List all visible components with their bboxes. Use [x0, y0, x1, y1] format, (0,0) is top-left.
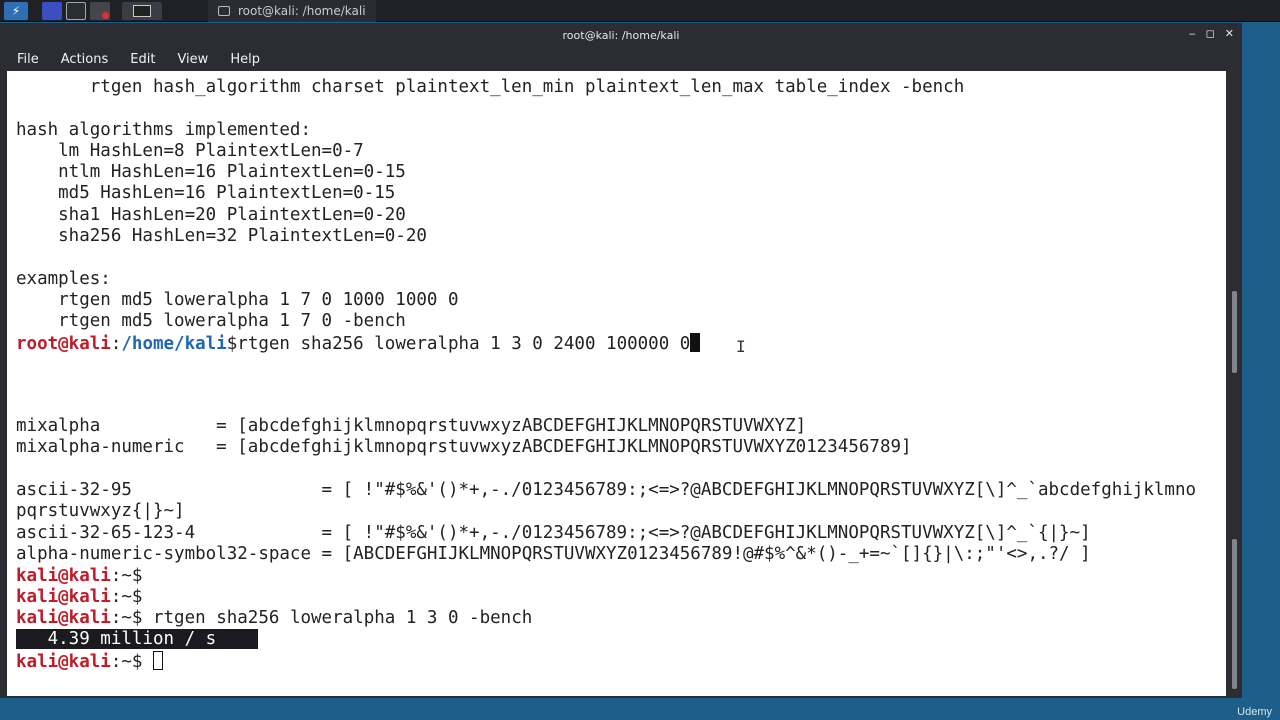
- prompt-rest: :~$: [110, 652, 143, 672]
- prompt-path: /home/kali: [121, 334, 227, 354]
- window-icon: [218, 5, 230, 16]
- window-titlebar[interactable]: root@kali: /home/kali ‒ ◻ ✕: [0, 23, 1242, 47]
- prompt-rest: :~$: [110, 608, 143, 628]
- prompt-user: root@kali: [16, 334, 111, 354]
- bench-result: 4.39 million / s: [16, 629, 259, 649]
- charset-line: mixalpha-numeric = [abcdefghijklmnopqrst…: [16, 437, 912, 457]
- charset-line: mixalpha = [abcdefghijklmnopqrstuvwxyzAB…: [16, 416, 807, 436]
- algo-line: ntlm HashLen=16 PlaintextLen=0-15: [16, 162, 406, 182]
- close-button[interactable]: ✕: [1225, 27, 1234, 40]
- scrollbar-bottom[interactable]: [1229, 409, 1239, 696]
- algo-line: sha256 HashLen=32 PlaintextLen=0-20: [16, 226, 427, 246]
- bench-command: rtgen sha256 loweralpha 1 3 0 -bench: [142, 608, 533, 628]
- algo-line: md5 HashLen=16 PlaintextLen=0-15: [16, 183, 396, 203]
- usage-line: rtgen hash_algorithm charset plaintext_l…: [16, 77, 965, 97]
- examples-header: examples:: [16, 269, 111, 289]
- taskbar-window-label: root@kali: /home/kali: [238, 3, 366, 18]
- prompt-symbol: $: [226, 334, 238, 354]
- algos-header: hash algorithms implemented:: [16, 120, 312, 140]
- terminal-launcher-icon[interactable]: [66, 1, 86, 20]
- prompt-user: kali@kali: [16, 566, 111, 586]
- menu-file[interactable]: File: [17, 52, 39, 67]
- app-launcher-icon[interactable]: [90, 1, 110, 20]
- scrollbar-top[interactable]: [1229, 71, 1239, 403]
- minimize-button[interactable]: ‒: [1189, 27, 1196, 40]
- active-prompt-line: kali@kali:~$: [16, 651, 163, 672]
- example-line: rtgen md5 loweralpha 1 7 0 1000 1000 0: [16, 290, 459, 310]
- terminal-pane-top[interactable]: rtgen hash_algorithm charset plaintext_l…: [7, 71, 1226, 403]
- prompt-rest: :~$: [110, 587, 143, 607]
- ibeam-cursor-icon: I: [736, 337, 746, 356]
- menu-actions[interactable]: Actions: [61, 52, 109, 67]
- taskbar-window-button[interactable]: root@kali: /home/kali: [208, 0, 376, 22]
- maximize-button[interactable]: ◻: [1206, 27, 1215, 40]
- prompt-user: kali@kali: [16, 608, 111, 628]
- udemy-watermark: Udemy: [1237, 706, 1272, 718]
- bench-result-line: 4.39 million / s: [16, 629, 259, 650]
- taskbar: ⚡ root@kali: /home/kali: [0, 0, 1280, 22]
- scrollbar-thumb[interactable]: [1232, 291, 1237, 373]
- prompt-user: kali@kali: [16, 587, 111, 607]
- text-cursor: [152, 651, 163, 670]
- charset-line: pqrstuvwxyz{|}~]: [16, 501, 185, 521]
- charset-line: ascii-32-65-123-4 = [ !"#$%&'()*+,-./012…: [16, 523, 1091, 543]
- window-title: root@kali: /home/kali: [562, 28, 680, 42]
- typed-command: rtgen sha256 loweralpha 1 3 0 2400 10000…: [237, 334, 691, 354]
- prompt-line: kali@kali:~$: [16, 587, 142, 608]
- terminal-pane-bottom[interactable]: mixalpha = [abcdefghijklmnopqrstuvwxyzAB…: [7, 386, 1226, 696]
- charset-line: ascii-32-95 = [ !"#$%&'()*+,-./012345678…: [16, 480, 1197, 500]
- algo-line: lm HashLen=8 PlaintextLen=0-7: [16, 141, 364, 161]
- prompt-rest: :~$: [110, 566, 143, 586]
- kali-menu-icon[interactable]: ⚡: [4, 1, 28, 20]
- prompt-line: kali@kali:~$: [16, 566, 142, 587]
- terminal-window: root@kali: /home/kali ‒ ◻ ✕ File Actions…: [0, 23, 1242, 698]
- menu-bar: File Actions Edit View Help: [0, 47, 1242, 71]
- menu-view[interactable]: View: [177, 52, 208, 67]
- prompt-user: kali@kali: [16, 652, 111, 672]
- menu-edit[interactable]: Edit: [130, 52, 155, 67]
- example-line: rtgen md5 loweralpha 1 7 0 -bench: [16, 311, 406, 331]
- algo-line: sha1 HashLen=20 PlaintextLen=0-20: [16, 205, 406, 225]
- bench-command-line: kali@kali:~$ rtgen sha256 loweralpha 1 3…: [16, 608, 532, 629]
- prompt-separator: :: [110, 334, 122, 354]
- show-desktop-icon[interactable]: [42, 1, 62, 20]
- menu-help[interactable]: Help: [230, 52, 260, 67]
- charset-line: alpha-numeric-symbol32-space = [ABCDEFGH…: [16, 544, 1091, 564]
- command-line: root@kali:/home/kali$rtgen sha256 lowera…: [16, 333, 701, 354]
- scrollbar-thumb[interactable]: [1232, 539, 1237, 689]
- text-cursor: [690, 333, 701, 352]
- workspace-switcher-icon[interactable]: [122, 1, 162, 20]
